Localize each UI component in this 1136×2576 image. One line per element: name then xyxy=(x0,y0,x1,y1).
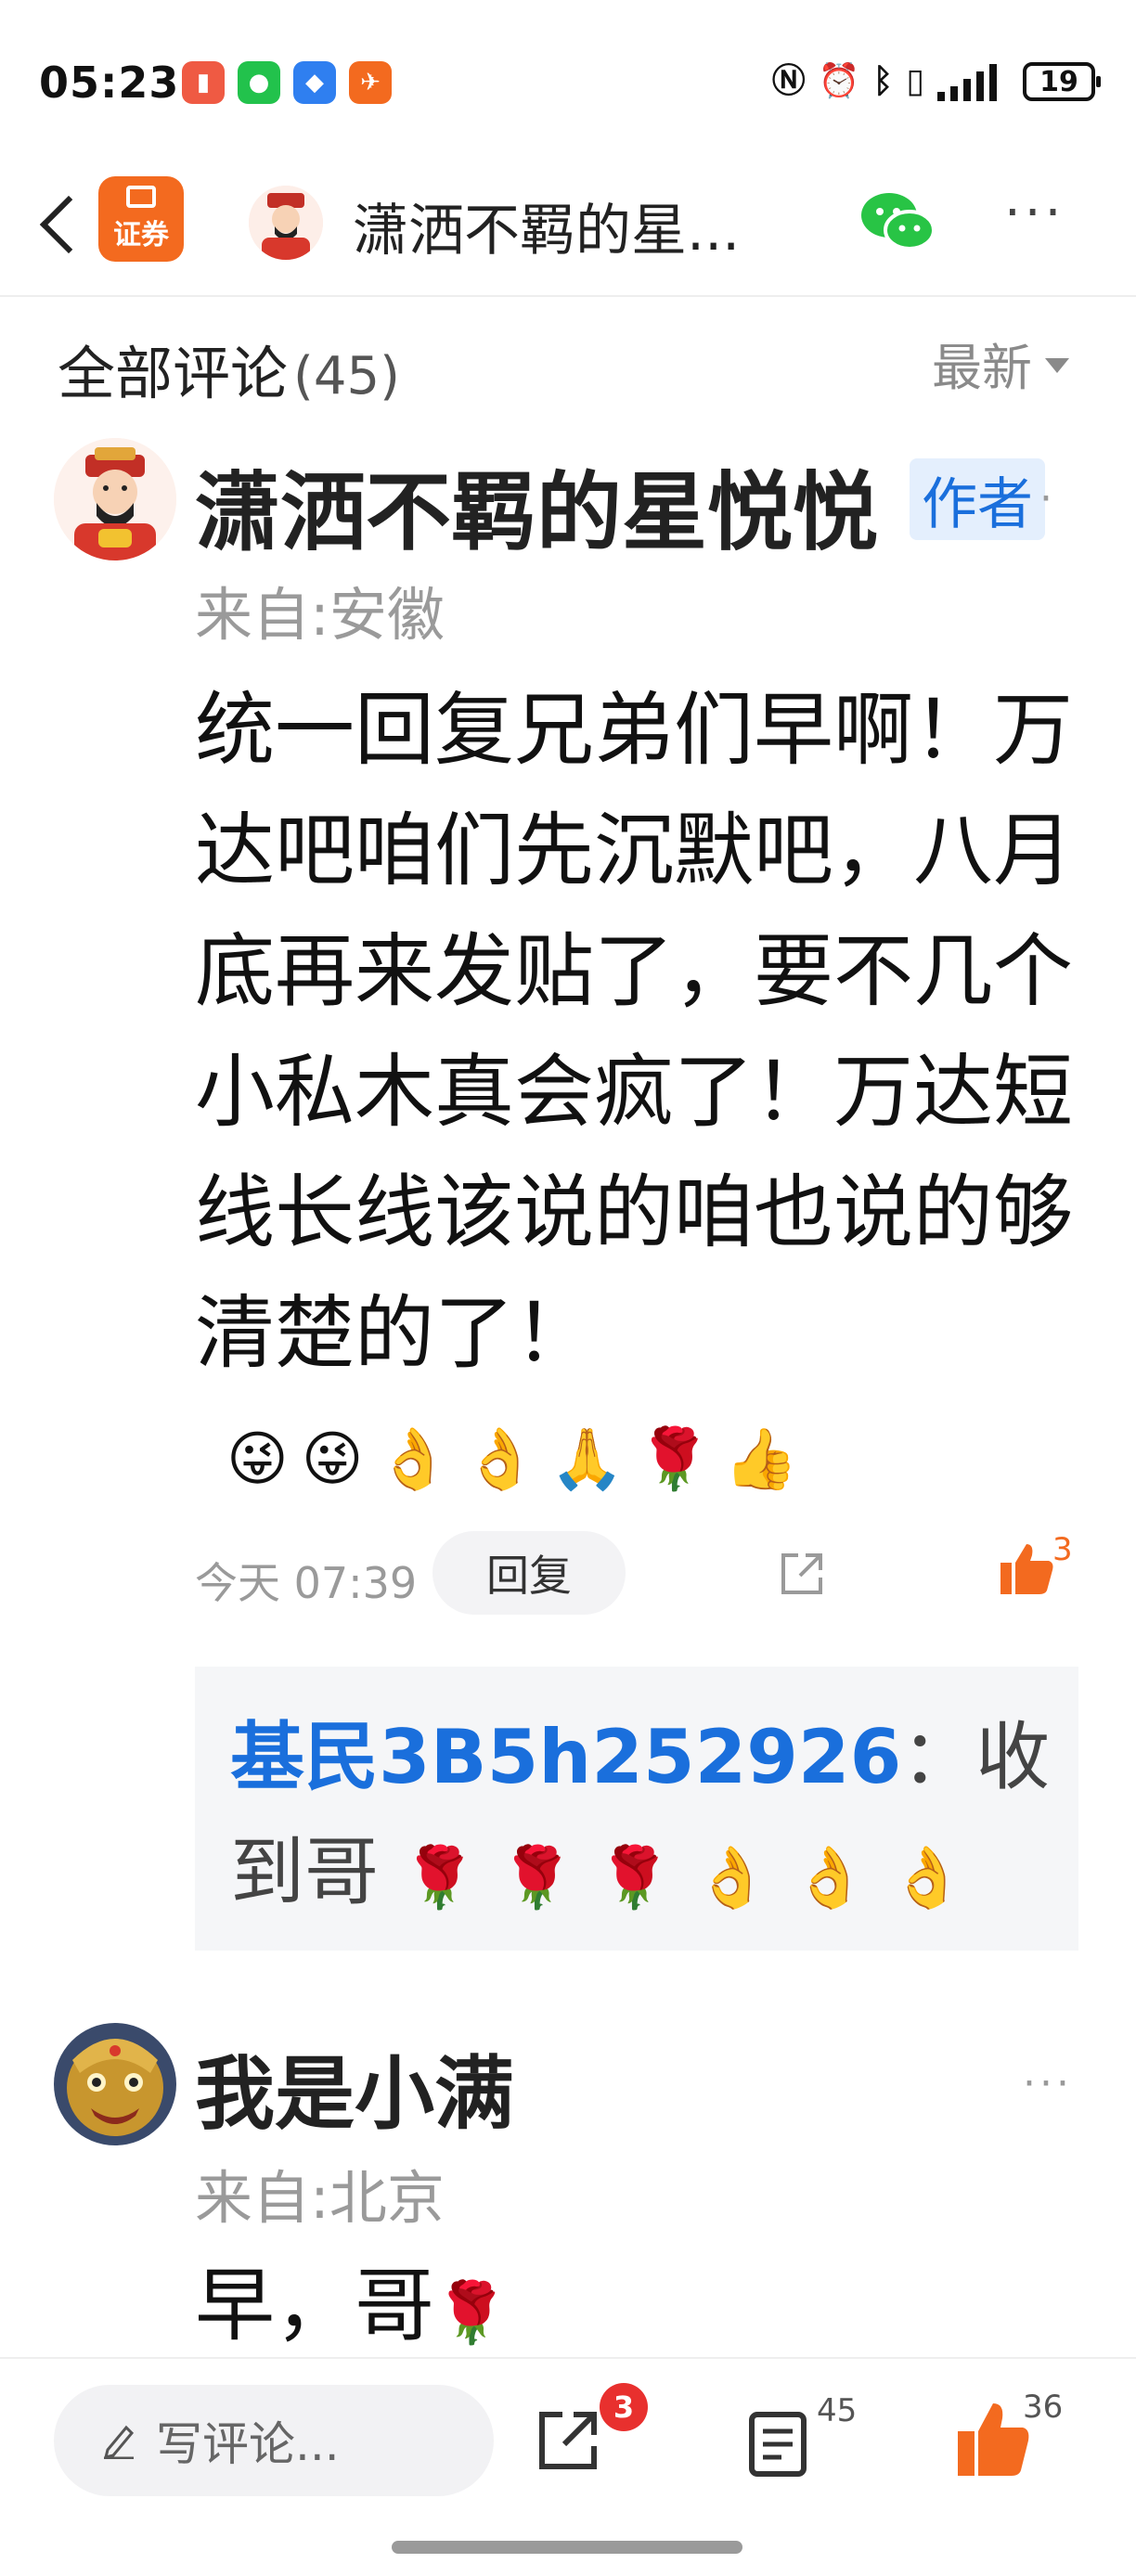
page-title: 潇洒不羁的星... xyxy=(353,199,741,264)
signal-icon xyxy=(937,64,997,101)
write-comment-input[interactable]: 写评论... xyxy=(54,2385,494,2496)
home-indicator[interactable] xyxy=(392,2541,742,2554)
reply-item: 基民3B5h252926：收到哥 🌹 🌹 🌹 👌 👌 👌 xyxy=(230,1700,1056,1930)
alarm-icon: ⏰ xyxy=(818,62,860,100)
comment-placeholder: 写评论... xyxy=(156,2417,340,2471)
vibrate-icon: ▯ xyxy=(906,62,924,100)
reply-username[interactable]: 基民3B5h252926 xyxy=(230,1714,901,1800)
battery-icon: 19 xyxy=(1023,62,1101,101)
battery-level: 19 xyxy=(1039,65,1078,98)
section-title-text: 全部评论 xyxy=(58,340,289,407)
bluetooth-icon: ᛒ xyxy=(872,62,894,100)
logo-text: 证券 xyxy=(113,219,169,251)
comment-more-icon[interactable]: · xyxy=(1039,479,1056,520)
all-comments-title: 全部评论 (45) xyxy=(58,327,400,410)
status-icons: Ⓝ ⏰ ᛒ ▯ 19 xyxy=(771,59,1101,104)
share-icon[interactable] xyxy=(778,1550,826,1598)
sort-dropdown[interactable]: 最新 xyxy=(932,327,1069,400)
logo-mark-icon xyxy=(126,186,156,208)
comment-more-icon[interactable]: ··· xyxy=(1023,2064,1073,2105)
ok-hand-emoji-icon: 👌 xyxy=(890,1844,964,1913)
share-icon[interactable] xyxy=(535,2407,601,2474)
avatar[interactable] xyxy=(54,438,176,560)
pray-emoji-icon: 🙏 xyxy=(549,1424,625,1494)
rose-emoji-icon: 🌹 xyxy=(499,1844,574,1913)
rose-emoji-icon: 🌹 xyxy=(637,1424,712,1494)
share-count-badge: 3 xyxy=(600,2383,648,2431)
wink-emoji-icon: 😜 xyxy=(301,1424,364,1494)
thumbs-up-emoji-icon: 👍 xyxy=(724,1424,798,1494)
reply-button-label: 回复 xyxy=(486,1551,572,1601)
video-recorder-icon: ▮ xyxy=(182,61,225,104)
comment-count: (45) xyxy=(293,346,400,406)
ok-hand-emoji-icon: 👌 xyxy=(376,1424,451,1494)
status-time: 05:23 xyxy=(39,58,180,108)
comment-author-name[interactable]: 我是小满 xyxy=(195,2029,514,2145)
wechat-icon: ● xyxy=(238,61,280,104)
thumbs-up-icon[interactable] xyxy=(956,2400,1030,2478)
wechat-share-icon[interactable] xyxy=(856,184,939,258)
caret-down-icon xyxy=(1045,357,1069,373)
comment-time: 今天 07:39 xyxy=(195,1558,418,1608)
comment-text: 统一回复兄弟们早啊！万达吧咱们先沉默吧，八月底再来发贴了，要不几个小私木真会疯了… xyxy=(195,684,1073,1380)
comment-location: 来自:安徽 xyxy=(195,581,445,649)
more-options-icon[interactable]: ··· xyxy=(1004,187,1078,241)
security-icon: ◆ xyxy=(293,61,336,104)
reply-thread[interactable]: 基民3B5h252926：收到哥 🌹 🌹 🌹 👌 👌 👌 xyxy=(195,1667,1078,1951)
back-icon[interactable] xyxy=(32,184,87,262)
nfc-icon: Ⓝ xyxy=(771,62,806,100)
securities-logo[interactable]: 证券 xyxy=(98,176,184,262)
thumbs-up-icon[interactable] xyxy=(999,1540,1054,1596)
rose-emoji-icon: 🌹 xyxy=(434,2279,509,2348)
comment-emojis: 😜 😜 👌 👌 🙏 🌹 👍 xyxy=(226,1423,798,1497)
comment-author-name[interactable]: 潇洒不羁的星悦悦 xyxy=(195,444,878,567)
ok-hand-emoji-icon: 👌 xyxy=(463,1424,537,1494)
reply-separator: ： xyxy=(901,1714,976,1800)
rose-emoji-icon: 🌹 xyxy=(402,1844,477,1913)
ok-hand-emoji-icon: 👌 xyxy=(694,1844,769,1913)
like-count: 3 xyxy=(1052,1531,1073,1568)
comment-location: 来自:北京 xyxy=(195,2164,445,2232)
golden-mask-avatar-icon xyxy=(54,2023,176,2145)
fortune-god-avatar-icon xyxy=(54,438,176,560)
like-total-count: 36 xyxy=(1023,2389,1064,2426)
comment-body: 统一回复兄弟们早啊！万达吧咱们先沉默吧，八月底再来发贴了，要不几个小私木真会疯了… xyxy=(195,670,1086,1514)
status-bar: 05:23 ▮ ● ◆ ✈ Ⓝ ⏰ ᛒ ▯ 19 xyxy=(0,0,1136,148)
comment-body: 早，哥🌹 xyxy=(195,2246,1086,2366)
ok-hand-emoji-icon: 👌 xyxy=(792,1844,867,1913)
rose-emoji-icon: 🌹 xyxy=(597,1844,672,1913)
reply-button[interactable]: 回复 xyxy=(432,1531,626,1615)
pencil-icon xyxy=(103,2425,135,2459)
author-avatar-small[interactable] xyxy=(249,186,323,260)
fly-app-icon: ✈ xyxy=(349,61,392,104)
wink-emoji-icon: 😜 xyxy=(226,1424,289,1494)
fortune-god-avatar-icon xyxy=(249,186,323,260)
author-badge: 作者 xyxy=(910,458,1045,540)
avatar[interactable] xyxy=(54,2023,176,2145)
comment-total-count: 45 xyxy=(817,2392,858,2429)
comment-text: 早，哥 xyxy=(195,2260,434,2352)
comments-list-icon[interactable] xyxy=(748,2411,807,2478)
sort-label: 最新 xyxy=(932,339,1032,397)
top-nav-bar: 证券 潇洒不羁的星... ··· xyxy=(0,148,1136,297)
